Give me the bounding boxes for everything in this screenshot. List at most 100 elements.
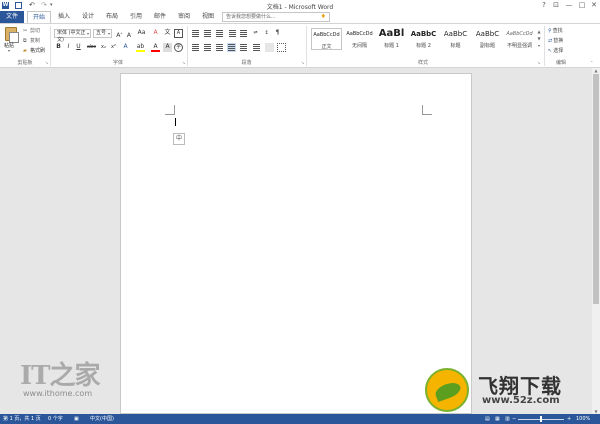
more-styles-icon[interactable]: ▾ [536,42,542,49]
chevron-up-icon[interactable]: ▲ [536,28,542,35]
strikethrough-icon[interactable]: abc [87,43,96,52]
style-subtle-emphasis[interactable]: AaBbCcDd 不明显强调 [504,28,535,50]
style-no-spacing[interactable]: AaBbCcDd 无间隔 [344,28,375,50]
clipboard-launcher-icon[interactable]: ↘ [45,60,48,65]
tab-mailings[interactable]: 邮件 [149,11,171,23]
select-icon: ↖ [548,48,553,54]
replace-button[interactable]: ⇄替换 [548,37,563,44]
justify-icon[interactable] [227,43,236,52]
web-layout-icon[interactable]: ▥ [505,414,510,424]
font-launcher-icon[interactable]: ↘ [182,60,185,65]
increase-indent-icon[interactable] [239,29,248,38]
paragraph-launcher-icon[interactable]: ↘ [301,60,304,65]
bullets-icon[interactable] [191,29,200,38]
ribbon-tabs: 文件 开始 插入 设计 布局 引用 邮件 审阅 视图 告诉我您想要做什么... … [0,11,600,33]
tab-references[interactable]: 引用 [125,11,147,23]
subscript-icon[interactable]: x₂ [99,43,108,52]
proofing-icon[interactable]: ▣ [74,414,79,424]
grow-font-icon[interactable]: A+ [115,29,124,39]
chevron-down-icon[interactable]: ▼ [536,35,542,42]
character-border-icon[interactable]: A [174,29,183,38]
zoom-level[interactable]: 100% [576,414,590,424]
numbering-icon[interactable] [203,29,212,38]
bold-icon[interactable]: B [54,43,63,52]
phonetic-guide-icon[interactable]: 文 [163,29,172,38]
style-title[interactable]: AaBbC 标题 [440,28,471,50]
tab-view[interactable]: 视图 [197,11,219,23]
font-size-dropdown[interactable]: 五号 ▾ [93,29,112,38]
align-right-icon[interactable] [215,43,224,52]
shrink-font-icon[interactable]: A- [125,29,134,39]
language[interactable]: 中文(中国) [90,414,114,424]
editing-group-label: 编辑 [555,60,566,66]
change-case-icon[interactable]: Aa [137,29,146,38]
text-effects-icon[interactable]: A [121,43,130,52]
clear-formatting-icon[interactable]: A [151,29,160,38]
tab-review[interactable]: 审阅 [173,11,195,23]
document-page[interactable]: 中 [120,73,472,414]
align-left-icon[interactable] [191,43,200,52]
close-button[interactable]: ✕ [588,0,600,11]
vertical-scrollbar[interactable]: ▲ ▼ [592,68,600,414]
ribbon-display-options-button[interactable]: ⊡ [550,0,562,11]
styles-launcher-icon[interactable]: ↘ [537,60,540,65]
scroll-up-icon[interactable]: ▲ [592,68,600,73]
search-icon: ⚲ [548,28,552,34]
cut-button[interactable]: ✂ 剪切 [23,27,40,34]
style-sample: AaBbCcDd [346,31,373,37]
chinese-layout-icon[interactable]: ⇌ [251,29,260,38]
print-layout-icon[interactable]: ▦ [495,414,500,424]
collapse-ribbon-icon[interactable]: ⌃ [590,60,593,65]
character-shading-icon[interactable]: A [163,43,172,52]
highlight-color-icon[interactable]: ab [136,43,145,52]
tab-home[interactable]: 开始 [27,11,51,23]
status-bar: 第 1 页，共 1 页 0 个字 ▣ 中文(中国) ▤ ▦ ▥ − + 100% [0,414,600,424]
borders-icon[interactable] [277,43,286,52]
show-marks-icon[interactable]: ¶ [273,29,282,38]
multilevel-list-icon[interactable] [215,29,224,38]
tab-layout[interactable]: 布局 [101,11,123,23]
underline-icon[interactable]: U [74,43,83,52]
copy-icon: ⧉ [23,38,27,44]
italic-icon[interactable]: I [64,43,73,52]
align-center-icon[interactable] [203,43,212,52]
paste-dropdown-icon[interactable]: ▾ [8,48,10,53]
help-button[interactable]: ? [538,0,550,11]
find-label: 查找 [552,28,563,34]
style-subtitle[interactable]: AaBbC 副标题 [472,28,503,50]
decrease-indent-icon[interactable] [228,29,237,38]
find-button[interactable]: ⚲查找 [548,27,563,34]
maximize-button[interactable]: □ [576,0,588,11]
scrollbar-thumb[interactable] [593,74,599,304]
superscript-icon[interactable]: x² [109,43,118,52]
read-mode-icon[interactable]: ▤ [485,414,490,424]
zoom-in-icon[interactable]: + [567,414,571,424]
distributed-icon[interactable] [239,43,248,52]
style-heading-1[interactable]: AaBl 标题 1 [376,28,407,50]
tab-design[interactable]: 设计 [77,11,99,23]
copy-button[interactable]: ⧉ 复制 [23,37,40,44]
minimize-button[interactable]: — [563,0,575,11]
paste-icon[interactable] [5,27,19,43]
tab-file[interactable]: 文件 [0,11,24,23]
paragraph-shading-icon[interactable] [265,43,274,52]
style-normal[interactable]: AaBbCcDd 正文 [311,28,342,50]
chevron-down-icon: ▾ [86,31,89,36]
scissors-icon: ✂ [23,28,28,34]
tab-insert[interactable]: 插入 [53,11,75,23]
styles-gallery-scroll[interactable]: ▲ ▼ ▾ [536,28,542,49]
format-painter-label: 格式刷 [30,48,46,54]
font-color-icon[interactable]: A [151,43,160,52]
format-painter-button[interactable]: ▰ 格式刷 [23,47,45,54]
page-count[interactable]: 第 1 页，共 1 页 [3,414,41,424]
line-spacing-icon[interactable] [252,43,261,52]
style-heading-2[interactable]: AaBbC 标题 2 [408,28,439,50]
enclose-characters-icon[interactable]: 字 [174,43,183,52]
zoom-slider-thumb[interactable] [540,416,542,422]
word-count[interactable]: 0 个字 [48,414,63,424]
select-button[interactable]: ↖选择 [548,47,563,54]
sort-icon[interactable]: ↕ [262,29,271,38]
font-name-dropdown[interactable]: 宋体 (中文正文) ▾ [54,29,91,43]
tell-me-search-box[interactable]: 告诉我您想要做什么... ♦ [222,12,330,22]
zoom-out-icon[interactable]: − [512,414,516,424]
